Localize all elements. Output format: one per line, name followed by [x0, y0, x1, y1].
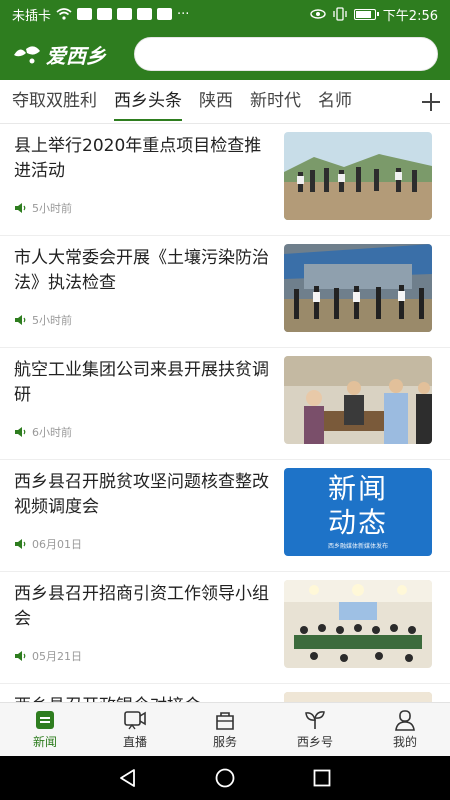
- app-header: 爱西乡: [0, 28, 450, 80]
- speaker-icon[interactable]: [14, 651, 26, 661]
- tab-famous-teacher[interactable]: 名师: [318, 80, 363, 123]
- news-thumbnail: [284, 692, 432, 702]
- nav-profile[interactable]: 我的: [360, 703, 450, 756]
- news-title: 市人大常委会开展《土壤污染防治法》执法检查: [14, 248, 269, 293]
- app-logo: 爱西乡: [12, 40, 130, 69]
- nav-live[interactable]: 直播: [90, 703, 180, 756]
- notification-icon: [77, 8, 93, 20]
- news-icon: [36, 711, 54, 729]
- recents-icon[interactable]: [311, 767, 333, 789]
- news-card-footer: 西乡融媒体新媒体发布: [327, 543, 388, 550]
- speaker-icon[interactable]: [14, 315, 26, 325]
- vibrate-icon: [333, 7, 347, 21]
- notification-icon: [117, 8, 133, 20]
- clock-text: 下午2:56: [382, 8, 438, 24]
- news-time: 06月01日: [32, 538, 82, 551]
- notification-icon: [137, 8, 153, 20]
- speaker-icon[interactable]: [14, 427, 26, 437]
- nav-label: 西乡号: [296, 735, 333, 749]
- home-icon[interactable]: [214, 767, 236, 789]
- app-name: 爱西乡: [46, 43, 106, 68]
- notification-icon: [157, 8, 173, 20]
- nav-label: 我的: [392, 735, 417, 749]
- news-list: 县上举行2020年重点项目检查推进活动 5小时前 市人大常委会开展《土壤污染防治…: [0, 124, 450, 702]
- service-icon: [216, 712, 234, 730]
- news-title: 航空工业集团公司来县开展扶贫调研: [14, 360, 269, 405]
- tab-fight-victory[interactable]: 夺取双胜利: [12, 80, 108, 123]
- news-card-line-2: 动态: [327, 506, 388, 539]
- news-item[interactable]: 县上举行2020年重点项目检查推进活动 5小时前: [0, 124, 450, 236]
- eye-icon: [310, 9, 326, 19]
- news-thumbnail: [284, 356, 432, 444]
- add-channel-button[interactable]: [412, 80, 450, 123]
- news-card-thumbnail: 新闻 动态 西乡融媒体新媒体发布: [284, 468, 432, 556]
- battery-icon: [353, 8, 379, 20]
- news-title: 县上举行2020年重点项目检查推进活动: [14, 136, 262, 181]
- news-title: 西乡县召开政银企对接会: [14, 694, 272, 702]
- channel-tabs: 夺取双胜利 西乡头条 陕西 新时代 名师: [0, 80, 450, 124]
- notification-icon: [97, 8, 113, 20]
- news-time: 5小时前: [32, 314, 72, 327]
- tab-xixiang-headlines[interactable]: 西乡头条: [114, 80, 193, 123]
- news-thumbnail: [284, 580, 432, 668]
- news-title: 西乡县召开招商引资工作领导小组会: [14, 584, 269, 629]
- plus-icon: [422, 93, 440, 111]
- news-time: 05月21日: [32, 650, 82, 663]
- news-item[interactable]: 西乡县召开政银企对接会: [0, 684, 450, 702]
- back-icon[interactable]: [117, 767, 139, 789]
- nav-label: 直播: [122, 735, 147, 749]
- bottom-navigation: 新闻 直播 服务 西乡号 我的: [0, 702, 450, 756]
- speaker-icon[interactable]: [14, 539, 26, 549]
- nav-service[interactable]: 服务: [180, 703, 270, 756]
- news-item[interactable]: 市人大常委会开展《土壤污染防治法》执法检查 5小时前: [0, 236, 450, 348]
- news-item[interactable]: 航空工业集团公司来县开展扶贫调研 6小时前: [0, 348, 450, 460]
- live-icon: [124, 711, 146, 730]
- leaf-logo-icon: [14, 46, 40, 64]
- nav-label: 服务: [212, 735, 237, 749]
- news-time: 5小时前: [32, 202, 72, 215]
- news-card-line-1: 新闻: [327, 472, 388, 505]
- tab-shaanxi[interactable]: 陕西: [199, 80, 244, 123]
- sprout-icon: [305, 711, 325, 729]
- speaker-icon[interactable]: [14, 203, 26, 213]
- news-item[interactable]: 西乡县召开招商引资工作领导小组会 05月21日: [0, 572, 450, 684]
- tab-new-era[interactable]: 新时代: [250, 80, 312, 123]
- more-dots-icon: ···: [177, 6, 190, 22]
- carrier-text: 未插卡: [12, 8, 52, 24]
- news-item[interactable]: 西乡县召开脱贫攻坚问题核查整改视频调度会 06月01日 新闻 动态 西乡融媒体新…: [0, 460, 450, 572]
- news-thumbnail: [284, 132, 432, 220]
- nav-news[interactable]: 新闻: [0, 703, 90, 756]
- nav-xixiang-account[interactable]: 西乡号: [270, 703, 360, 756]
- news-time: 6小时前: [32, 426, 72, 439]
- news-thumbnail: [284, 244, 432, 332]
- profile-icon: [395, 710, 415, 731]
- wifi-icon: [56, 8, 72, 20]
- system-navigation-bar: [0, 756, 450, 800]
- status-bar: 未插卡 ··· 下午2:56: [0, 0, 450, 28]
- news-title: 西乡县召开脱贫攻坚问题核查整改视频调度会: [14, 472, 269, 517]
- nav-label: 新闻: [32, 735, 57, 749]
- search-input[interactable]: [134, 37, 438, 71]
